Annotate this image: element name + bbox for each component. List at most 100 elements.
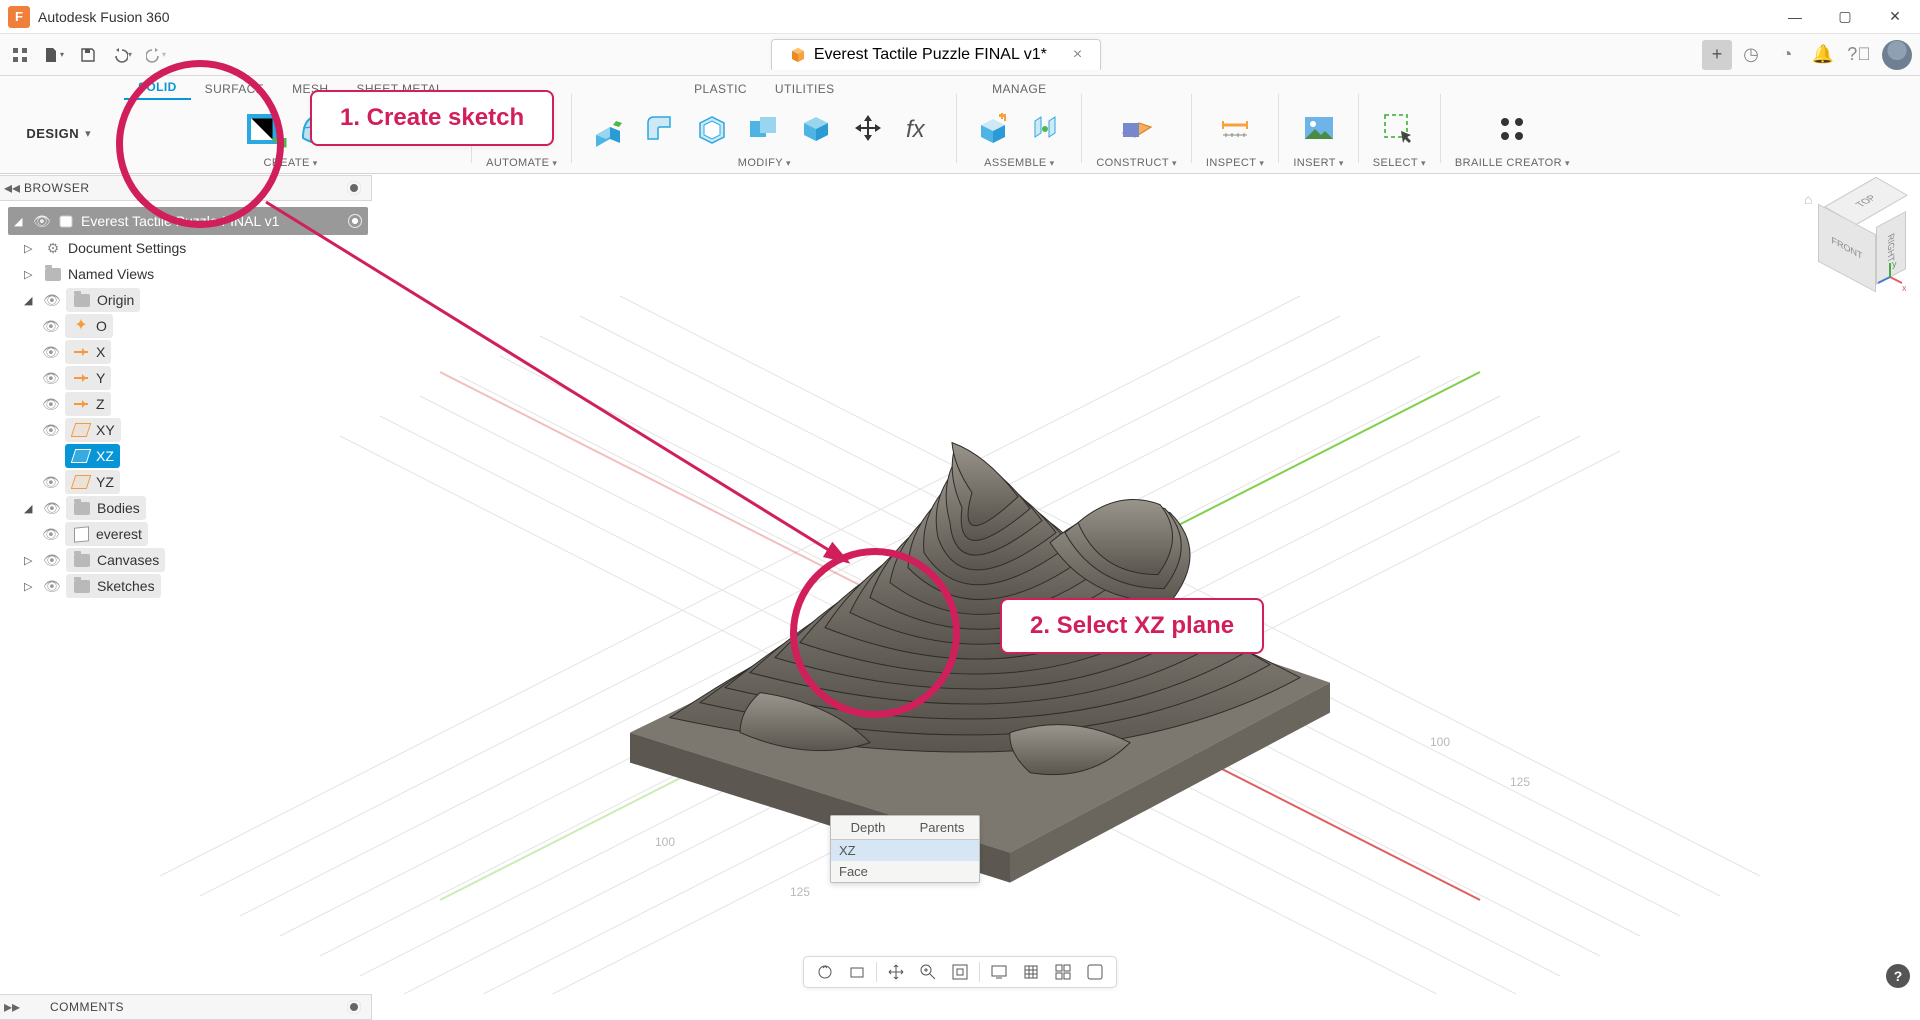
job-status-icon[interactable]: ◔ — [1770, 38, 1804, 72]
quick-access-bar: ▾ ▾ ▾ Everest Tactile Puzzle FINAL v1* ×… — [0, 34, 1920, 76]
browser-origin-xy[interactable]: 👁XY — [8, 417, 368, 443]
ribbon-group-automate[interactable]: AUTOMATE — [486, 155, 557, 173]
workspace-switcher[interactable]: DESIGN — [4, 76, 114, 173]
data-panel-button[interactable] — [6, 41, 34, 69]
window-maximize-button[interactable]: ▢ — [1820, 0, 1870, 34]
browser-origin-xz[interactable]: 👁XZ — [8, 443, 368, 469]
annotation-callout-2: 2. Select XZ plane — [1000, 598, 1264, 654]
ribbon-group-modify[interactable]: MODIFY — [738, 155, 791, 173]
fillet-button[interactable] — [638, 107, 682, 151]
fullscreen-button[interactable] — [1080, 959, 1110, 985]
help-icon[interactable]: ?⃝ — [1842, 38, 1876, 72]
viewcube[interactable]: ⌂ TOP FRONT RIGHT x y — [1808, 195, 1900, 287]
grid-tick: 100 — [1430, 735, 1450, 749]
cube-icon — [790, 47, 806, 63]
navigation-toolbar — [803, 956, 1117, 988]
browser-options-button[interactable] — [347, 181, 361, 195]
close-tab-icon[interactable]: × — [1073, 46, 1082, 64]
new-design-button[interactable]: + — [1702, 40, 1732, 70]
browser-collapse-button[interactable]: ◂◂ — [0, 178, 24, 198]
fit-button[interactable] — [945, 959, 975, 985]
ribbon-tab-manage[interactable]: MANAGE — [978, 78, 1060, 100]
parameters-button[interactable]: fx — [898, 107, 942, 151]
new-component-button[interactable] — [971, 107, 1015, 151]
pan-button[interactable] — [881, 959, 911, 985]
extensions-icon[interactable]: ◷ — [1734, 38, 1768, 72]
ribbon-toolbar: DESIGN SOLID SURFACE MESH SHEET METAL CR… — [0, 76, 1920, 174]
document-tab-label: Everest Tactile Puzzle FINAL v1* — [814, 46, 1047, 64]
svg-text:y: y — [1892, 261, 1897, 269]
ribbon-group-braille[interactable]: BRAILLE CREATOR — [1455, 155, 1570, 173]
browser-doc-settings[interactable]: ▷ ⚙ Document Settings — [8, 235, 368, 261]
point-icon: ✦ — [74, 319, 87, 333]
undo-button[interactable]: ▾ — [108, 41, 136, 69]
comments-panel-header[interactable]: ▸▸ COMMENTS — [0, 994, 372, 1020]
ribbon-group-select[interactable]: SELECT — [1373, 155, 1426, 173]
notifications-icon[interactable]: 🔔 — [1806, 38, 1840, 72]
browser-bodies[interactable]: ◢👁 Bodies — [8, 495, 368, 521]
browser-origin-x[interactable]: 👁X — [8, 339, 368, 365]
shell-button[interactable] — [690, 107, 734, 151]
display-settings-button[interactable] — [984, 959, 1014, 985]
browser-origin-o[interactable]: 👁✦O — [8, 313, 368, 339]
ribbon-group-inspect[interactable]: INSPECT — [1206, 155, 1264, 173]
redo-button[interactable]: ▾ — [142, 41, 170, 69]
ribbon-group-insert[interactable]: INSERT — [1293, 155, 1343, 173]
tooltip-row-xz[interactable]: XZ — [831, 840, 979, 861]
user-avatar[interactable] — [1882, 40, 1912, 70]
ribbon-tab-utilities[interactable]: UTILITIES — [761, 78, 849, 100]
zoom-button[interactable] — [913, 959, 943, 985]
measure-button[interactable] — [1213, 107, 1257, 151]
window-close-button[interactable]: ✕ — [1870, 0, 1920, 34]
activate-radio[interactable] — [348, 214, 362, 228]
grid-tick: 125 — [1510, 775, 1530, 789]
svg-text:fx: fx — [906, 116, 926, 143]
grid-settings-button[interactable] — [1016, 959, 1046, 985]
construct-plane-button[interactable] — [1115, 107, 1159, 151]
ribbon-group-construct[interactable]: CONSTRUCT — [1096, 155, 1177, 173]
viewports-button[interactable] — [1048, 959, 1078, 985]
ribbon-group-assemble[interactable]: ASSEMBLE — [984, 155, 1054, 173]
tooltip-col-parents[interactable]: Parents — [905, 816, 979, 840]
orbit-button[interactable] — [810, 959, 840, 985]
body-icon — [74, 526, 89, 543]
move-copy-button[interactable] — [846, 107, 890, 151]
browser-body-everest[interactable]: 👁everest — [8, 521, 368, 547]
app-icon — [8, 6, 30, 28]
look-at-button[interactable] — [842, 959, 872, 985]
offset-face-button[interactable] — [794, 107, 838, 151]
axis-icon — [74, 351, 88, 353]
annotation-callout-1: 1. Create sketch — [310, 90, 554, 146]
browser-sketches[interactable]: ▷👁 Sketches — [8, 573, 368, 599]
viewcube-axes-icon: x y — [1874, 261, 1906, 293]
joint-button[interactable] — [1023, 107, 1067, 151]
insert-button[interactable] — [1297, 107, 1341, 151]
svg-text:x: x — [1902, 283, 1906, 293]
selection-tooltip[interactable]: Depth Parents XZ Face — [830, 815, 980, 883]
browser-origin-y[interactable]: 👁Y — [8, 365, 368, 391]
folder-icon — [45, 268, 61, 281]
save-button[interactable] — [74, 41, 102, 69]
window-minimize-button[interactable]: — — [1770, 0, 1820, 34]
ribbon-tab-plastic[interactable]: PLASTIC — [680, 78, 761, 100]
combine-button[interactable] — [742, 107, 786, 151]
comments-options-button[interactable] — [347, 1000, 361, 1014]
select-button[interactable] — [1377, 107, 1421, 151]
help-badge[interactable]: ? — [1886, 964, 1910, 988]
browser-origin-z[interactable]: 👁Z — [8, 391, 368, 417]
tooltip-row-face[interactable]: Face — [831, 861, 979, 882]
visibility-icon[interactable]: 👁 — [43, 292, 61, 309]
press-pull-button[interactable] — [586, 107, 630, 151]
browser-panel: ◂◂ BROWSER ◢👁 Everest Tactile Puzzle FIN… — [0, 175, 372, 603]
terrain-model[interactable] — [510, 262, 1410, 882]
browser-named-views[interactable]: ▷ Named Views — [8, 261, 368, 287]
braille-creator-button[interactable] — [1490, 107, 1534, 151]
app-title: Autodesk Fusion 360 — [38, 9, 170, 25]
file-menu-button[interactable]: ▾ — [40, 41, 68, 69]
browser-origin-yz[interactable]: 👁YZ — [8, 469, 368, 495]
browser-origin[interactable]: ◢ 👁 Origin — [8, 287, 368, 313]
document-tab[interactable]: Everest Tactile Puzzle FINAL v1* × — [771, 39, 1101, 70]
home-icon[interactable]: ⌂ — [1804, 191, 1812, 207]
browser-canvases[interactable]: ▷👁 Canvases — [8, 547, 368, 573]
tooltip-col-depth[interactable]: Depth — [831, 816, 905, 840]
